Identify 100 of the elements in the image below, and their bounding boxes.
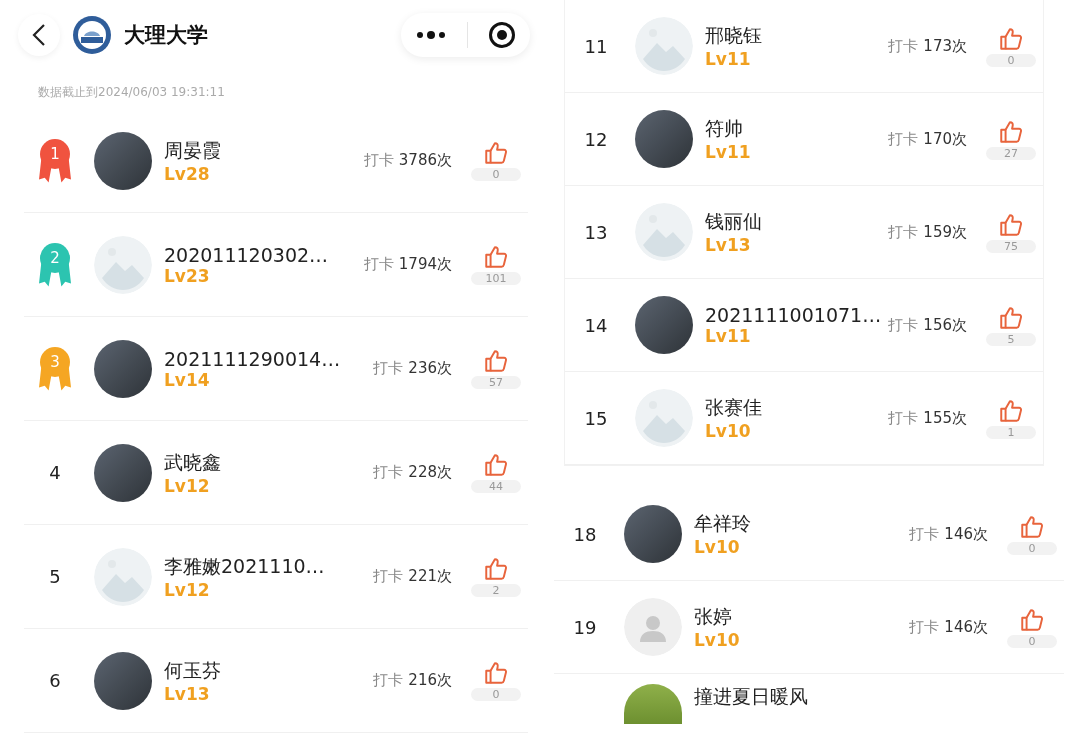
checkin-label: 打卡 — [888, 129, 919, 149]
user-level: Lv10 — [694, 537, 740, 557]
like-count: 1 — [986, 425, 1036, 439]
thumbs-up-icon[interactable] — [483, 452, 509, 478]
user-silhouette-icon — [624, 598, 682, 656]
checkin-count: 216次 — [408, 671, 452, 690]
medal-badge: 1 — [39, 138, 71, 183]
user-name: 撞进夏日暖风 — [694, 684, 809, 709]
rank-number: 13 — [583, 221, 609, 243]
dots-icon — [415, 30, 447, 40]
user-name: 202011120302… — [164, 243, 330, 266]
checkin-label: 打卡 — [373, 671, 404, 690]
checkin-count: 170次 — [923, 129, 967, 149]
back-button[interactable] — [18, 14, 60, 56]
close-app-button[interactable] — [488, 21, 516, 49]
thumbs-up-icon[interactable] — [998, 304, 1024, 331]
target-icon — [488, 21, 516, 49]
landscape-avatar-icon — [94, 547, 152, 606]
rank-number: 15 — [583, 407, 609, 429]
avatar-photo-placeholder — [94, 651, 152, 710]
avatar-photo-placeholder — [624, 505, 682, 563]
user-name: 张赛佳 — [705, 395, 763, 420]
like-count: 0 — [471, 168, 521, 181]
checkin-label: 打卡 — [888, 408, 919, 428]
thumbs-up-icon[interactable] — [998, 118, 1024, 145]
user-level: Lv10 — [705, 421, 751, 441]
avatar-photo-placeholder — [94, 131, 152, 190]
checkin-label: 打卡 — [373, 359, 404, 378]
rank-number: 18 — [572, 523, 598, 545]
avatar-photo-placeholder — [635, 110, 693, 168]
user-name: 武晓鑫 — [164, 449, 222, 475]
checkin-label: 打卡 — [363, 255, 394, 274]
like-count: 2 — [471, 584, 521, 597]
like-count: 0 — [471, 688, 521, 701]
checkin-label: 打卡 — [888, 315, 919, 335]
avatar-photo-placeholder — [94, 443, 152, 502]
thumbs-up-icon[interactable] — [483, 244, 509, 270]
rank-number: 6 — [48, 670, 62, 691]
like-count: 5 — [986, 332, 1036, 346]
thumbs-up-icon[interactable] — [998, 211, 1024, 238]
avatar-photo-placeholder — [635, 296, 693, 354]
thumbs-up-icon[interactable] — [1019, 513, 1045, 540]
user-level: Lv13 — [164, 683, 210, 704]
checkin-count: 155次 — [923, 408, 967, 428]
user-name: 2021111290014… — [164, 347, 342, 370]
checkin-label: 打卡 — [373, 463, 404, 482]
checkin-count: 236次 — [408, 359, 452, 378]
medal-badge: 3 — [39, 346, 71, 391]
user-level: Lv12 — [164, 475, 210, 496]
rank-number: 19 — [572, 616, 598, 638]
checkin-count: 146次 — [944, 524, 988, 544]
checkin-label: 打卡 — [888, 222, 919, 242]
user-level: Lv14 — [164, 369, 210, 390]
thumbs-up-icon[interactable] — [483, 556, 509, 582]
rank-number: 4 — [48, 462, 62, 483]
user-name: 邢晓钰 — [705, 23, 763, 48]
user-name: 2021111001071… — [705, 304, 883, 326]
back-icon — [32, 23, 46, 47]
university-logo-icon — [72, 15, 112, 55]
user-name: 周晏霞 — [164, 137, 222, 163]
medal-badge: 2 — [39, 242, 71, 287]
rank-number: 11 — [583, 35, 609, 57]
rank-number: 14 — [583, 314, 609, 336]
thumbs-up-icon[interactable] — [998, 25, 1024, 52]
checkin-count: 221次 — [408, 567, 452, 586]
landscape-avatar-icon — [635, 203, 693, 261]
thumbs-up-icon[interactable] — [998, 397, 1024, 424]
avatar-photo-placeholder — [624, 684, 682, 724]
user-level: Lv12 — [164, 579, 210, 600]
thumbs-up-icon[interactable] — [483, 660, 509, 686]
thumbs-up-icon[interactable] — [483, 140, 509, 166]
like-count: 0 — [986, 53, 1036, 67]
user-name: 何玉芬 — [164, 657, 222, 683]
checkin-label: 打卡 — [363, 151, 394, 170]
checkin-count: 1794次 — [398, 255, 452, 274]
checkin-count: 146次 — [944, 617, 988, 637]
like-count: 101 — [471, 272, 521, 285]
like-count: 75 — [986, 239, 1036, 253]
avatar-photo-placeholder — [94, 339, 152, 398]
like-count: 0 — [1007, 634, 1057, 648]
checkin-label: 打卡 — [909, 617, 940, 637]
user-level: Lv23 — [164, 265, 210, 286]
checkin-count: 156次 — [923, 315, 967, 335]
user-level: Lv10 — [694, 630, 740, 650]
checkin-label: 打卡 — [888, 36, 919, 56]
rank-number: 5 — [48, 566, 62, 587]
thumbs-up-icon[interactable] — [1019, 606, 1045, 633]
page-title: 大理大学 — [124, 22, 209, 49]
thumbs-up-icon[interactable] — [483, 348, 509, 374]
like-count: 0 — [1007, 541, 1057, 555]
landscape-avatar-icon — [635, 389, 693, 447]
user-name: 李雅嫩2021110… — [164, 553, 326, 579]
user-level: Lv11 — [705, 326, 751, 346]
like-count: 44 — [471, 480, 521, 493]
rank-number: 12 — [583, 128, 609, 150]
checkin-label: 打卡 — [909, 524, 940, 544]
like-count: 57 — [471, 376, 521, 389]
more-options-button[interactable] — [415, 30, 447, 40]
checkin-count: 159次 — [923, 222, 967, 242]
user-level: Lv11 — [705, 49, 751, 69]
